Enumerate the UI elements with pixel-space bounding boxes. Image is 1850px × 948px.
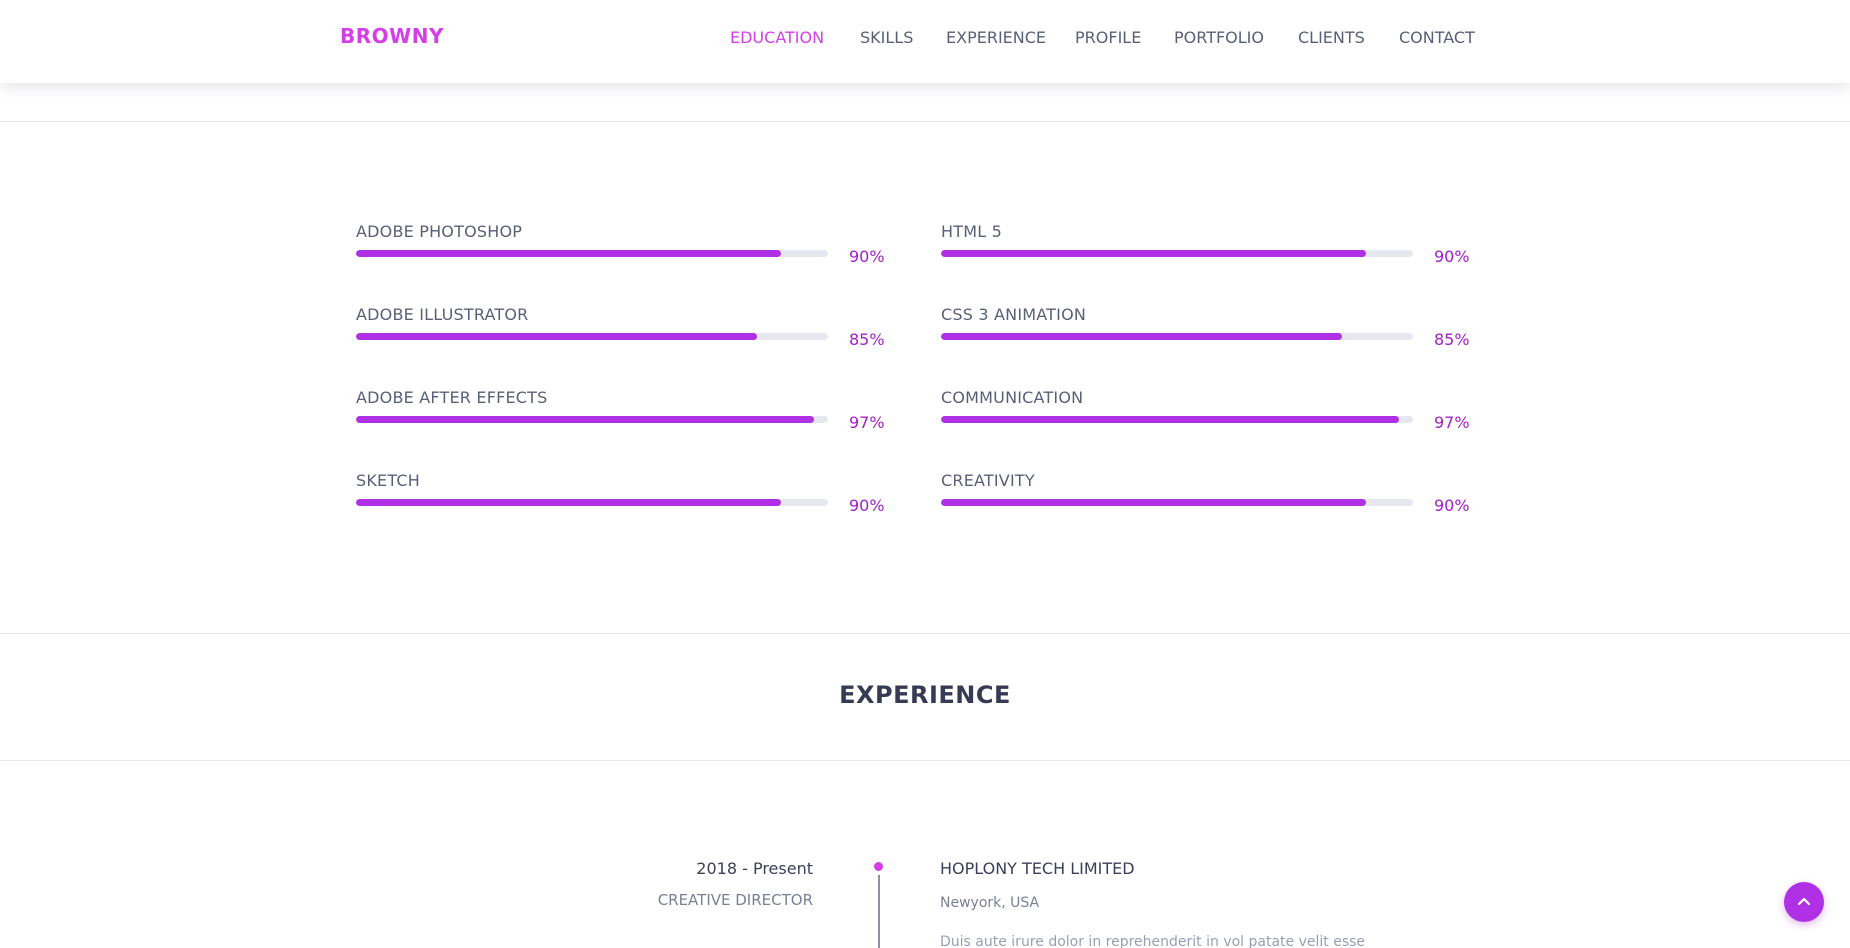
skill-label: COMMUNICATION (941, 388, 1084, 407)
skill-label: HTML 5 (941, 222, 1002, 241)
skill-percent: 85% (1434, 330, 1470, 349)
skill-percent: 90% (1434, 496, 1470, 515)
skill-label: ADOBE ILLUSTRATOR (356, 305, 529, 324)
timeline-line (878, 875, 880, 948)
skill-percent: 97% (849, 413, 885, 432)
skill-percent: 90% (849, 247, 885, 266)
skill-item: ADOBE ILLUSTRATOR 85% (356, 305, 886, 365)
skill-item: ADOBE PHOTOSHOP 90% (356, 222, 886, 282)
section-divider (0, 121, 1850, 122)
nav-item-experience[interactable]: EXPERIENCE (946, 28, 1046, 47)
skill-progress-fill (356, 416, 814, 423)
skill-item: CREATIVITY 90% (941, 471, 1471, 531)
nav-item-clients[interactable]: CLIENTS (1298, 28, 1365, 47)
skill-progress-bar (356, 416, 828, 423)
section-title-experience: EXPERIENCE (839, 681, 1011, 709)
skill-progress-bar (356, 333, 828, 340)
skill-item: CSS 3 ANIMATION 85% (941, 305, 1471, 365)
site-header: BROWNY EDUCATION SKILLS EXPERIENCE PROFI… (0, 0, 1850, 83)
skill-progress-fill (941, 250, 1366, 257)
skill-progress-fill (941, 416, 1399, 423)
experience-description: Duis aute irure dolor in reprehenderit i… (940, 934, 1366, 948)
skill-item: COMMUNICATION 97% (941, 388, 1471, 448)
skill-progress-bar (941, 499, 1413, 506)
skill-percent: 85% (849, 330, 885, 349)
skill-percent: 90% (1434, 247, 1470, 266)
nav-item-portfolio[interactable]: PORTFOLIO (1174, 28, 1264, 47)
skill-progress-fill (356, 333, 758, 340)
nav-item-profile[interactable]: PROFILE (1075, 28, 1141, 47)
experience-role: CREATIVE DIRECTOR (657, 891, 813, 909)
chevron-up-icon (1797, 897, 1811, 906)
back-to-top-button[interactable] (1784, 882, 1824, 922)
timeline-dot (874, 862, 883, 871)
skill-item: SKETCH 90% (356, 471, 886, 531)
experience-period: 2018 - Present (696, 859, 813, 878)
nav-item-skills[interactable]: SKILLS (860, 28, 913, 47)
skill-progress-bar (356, 499, 828, 506)
nav-item-education[interactable]: EDUCATION (730, 28, 824, 47)
skill-percent: 90% (849, 496, 885, 515)
experience-company: HOPLONY TECH LIMITED (940, 859, 1135, 878)
experience-location: Newyork, USA (940, 895, 1040, 911)
skill-progress-bar (941, 416, 1413, 423)
nav-item-contact[interactable]: CONTACT (1399, 28, 1475, 47)
skill-progress-bar (941, 333, 1413, 340)
skill-progress-fill (941, 499, 1366, 506)
skill-progress-bar (941, 250, 1413, 257)
skill-label: SKETCH (356, 471, 420, 490)
skill-progress-fill (356, 499, 781, 506)
main-nav: EDUCATION SKILLS EXPERIENCE PROFILE PORT… (0, 28, 1850, 52)
skill-label: CSS 3 ANIMATION (941, 305, 1087, 324)
skill-progress-fill (356, 250, 781, 257)
skill-label: CREATIVITY (941, 471, 1035, 490)
section-divider (0, 633, 1850, 634)
skill-label: ADOBE PHOTOSHOP (356, 222, 523, 241)
section-divider (0, 760, 1850, 761)
skill-progress-bar (356, 250, 828, 257)
skill-percent: 97% (1434, 413, 1470, 432)
skill-label: ADOBE AFTER EFFECTS (356, 388, 548, 407)
skill-item: ADOBE AFTER EFFECTS 97% (356, 388, 886, 448)
skill-item: HTML 5 90% (941, 222, 1471, 282)
skill-progress-fill (941, 333, 1343, 340)
